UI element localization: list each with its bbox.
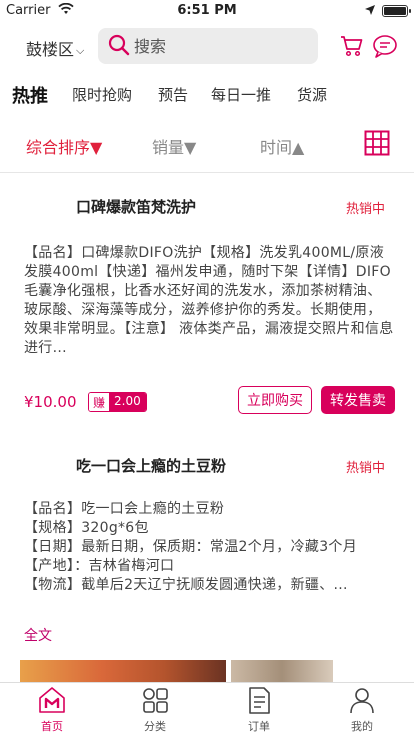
commission-badge: 赚 2.00: [88, 392, 147, 412]
home-icon: [22, 685, 82, 715]
district-selector[interactable]: 鼓楼区 ⌵: [26, 36, 84, 60]
commission-label: 赚: [89, 393, 110, 411]
divider: [0, 172, 414, 173]
profile-icon: [332, 685, 392, 715]
buy-now-button[interactable]: 立即购买: [238, 386, 312, 414]
cart-icon[interactable]: [340, 34, 364, 62]
search-input[interactable]: [134, 34, 304, 58]
order-icon: [229, 685, 289, 715]
search-icon: [108, 34, 130, 60]
tab-label: 我的: [351, 720, 373, 733]
product-title[interactable]: 口碑爆款笛梵洗护: [76, 196, 196, 217]
bottom-tab-bar: 首页 分类 订单 我的: [0, 682, 414, 736]
product-description: 【品名】吃一口会上瘾的土豆粉 【规格】320g*6包 【日期】最新日期，保质期：…: [24, 501, 358, 593]
tab-preview[interactable]: 预告: [158, 84, 188, 105]
clock: 6:51 PM: [177, 3, 237, 18]
chevron-down-icon: ⌵: [76, 44, 85, 57]
tab-supply[interactable]: 货源: [297, 84, 327, 105]
battery-icon: [382, 5, 411, 17]
tab-category[interactable]: 分类: [125, 685, 185, 734]
tab-label: 订单: [248, 720, 270, 733]
sort-sales[interactable]: 销量▼: [152, 134, 196, 158]
commission-value: 2.00: [109, 393, 146, 411]
tab-daily-pick[interactable]: 每日一推: [211, 84, 271, 105]
category-icon: [125, 685, 185, 715]
sort-comprehensive[interactable]: 综合排序▼: [26, 134, 102, 158]
product-price: ¥10.00: [24, 393, 77, 411]
grid-view-icon[interactable]: [364, 130, 390, 160]
top-bar: 鼓楼区 ⌵: [0, 28, 414, 64]
search-bar[interactable]: [98, 28, 318, 64]
category-tabs: 热推 限时抢购 预告 每日一推 货源: [0, 82, 414, 108]
tab-label: 分类: [144, 720, 166, 733]
resell-button[interactable]: 转发售卖: [321, 386, 395, 414]
hot-sale-badge: 热销中: [346, 202, 386, 217]
tab-hot[interactable]: 热推: [12, 82, 48, 108]
product-title[interactable]: 吃一口会上瘾的土豆粉: [76, 455, 226, 476]
district-label: 鼓楼区: [26, 40, 75, 59]
hot-sale-badge: 热销中: [346, 461, 386, 476]
sort-bar: 综合排序▼ 销量▼ 时间▲: [0, 130, 414, 160]
tab-flash-sale[interactable]: 限时抢购: [72, 84, 132, 105]
location-arrow-icon: [364, 4, 376, 20]
product-image[interactable]: [231, 660, 333, 682]
tab-home[interactable]: 首页: [22, 685, 82, 734]
product-image[interactable]: [20, 660, 226, 682]
message-icon[interactable]: [372, 34, 398, 62]
full-text-link[interactable]: 全文: [24, 625, 52, 645]
tab-orders[interactable]: 订单: [229, 685, 289, 734]
sort-time[interactable]: 时间▲: [260, 134, 304, 158]
tab-profile[interactable]: 我的: [332, 685, 392, 734]
tab-label: 首页: [41, 720, 63, 733]
status-bar: Carrier 6:51 PM: [0, 0, 414, 22]
product-description: 【品名】口碑爆款DIFO洗护【规格】洗发乳400ML/原液发膜400ml【快递】…: [24, 245, 394, 356]
